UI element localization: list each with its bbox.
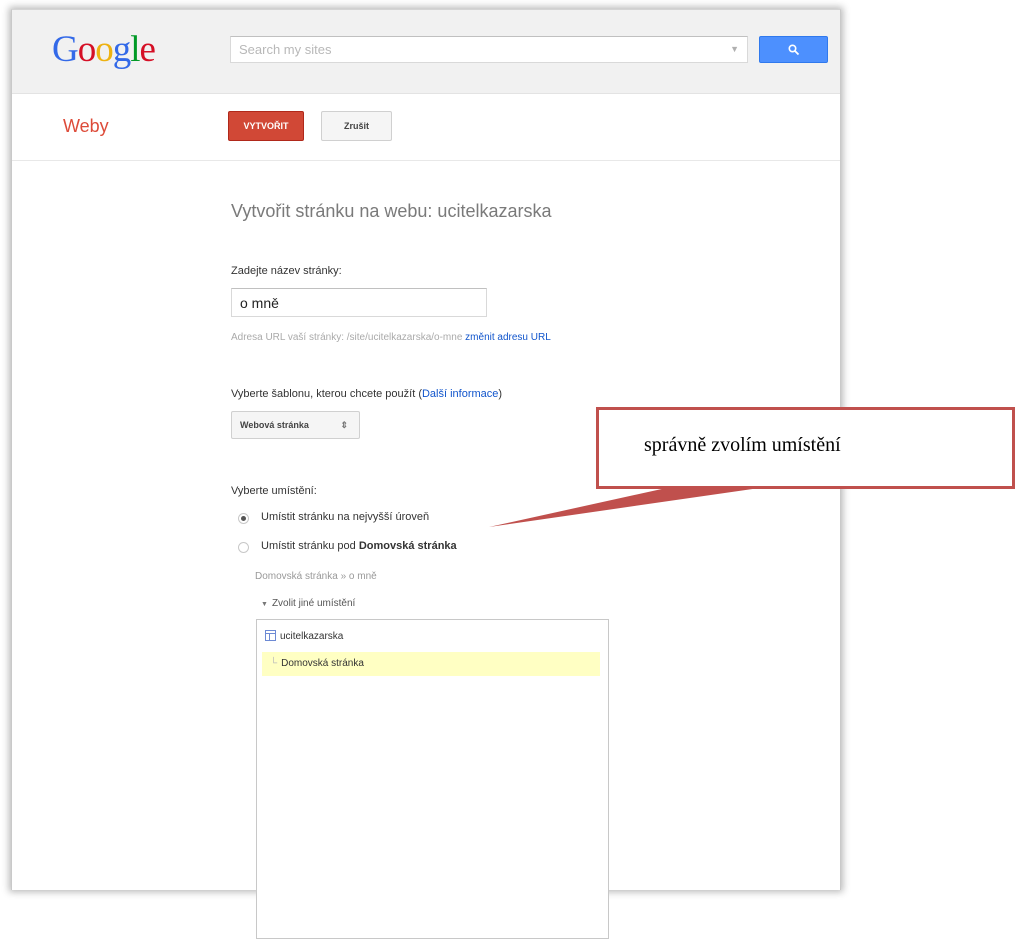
callout-text: správně zvolím umístění [644, 434, 841, 456]
annotation-callout: správně zvolím umístění [596, 407, 1015, 489]
